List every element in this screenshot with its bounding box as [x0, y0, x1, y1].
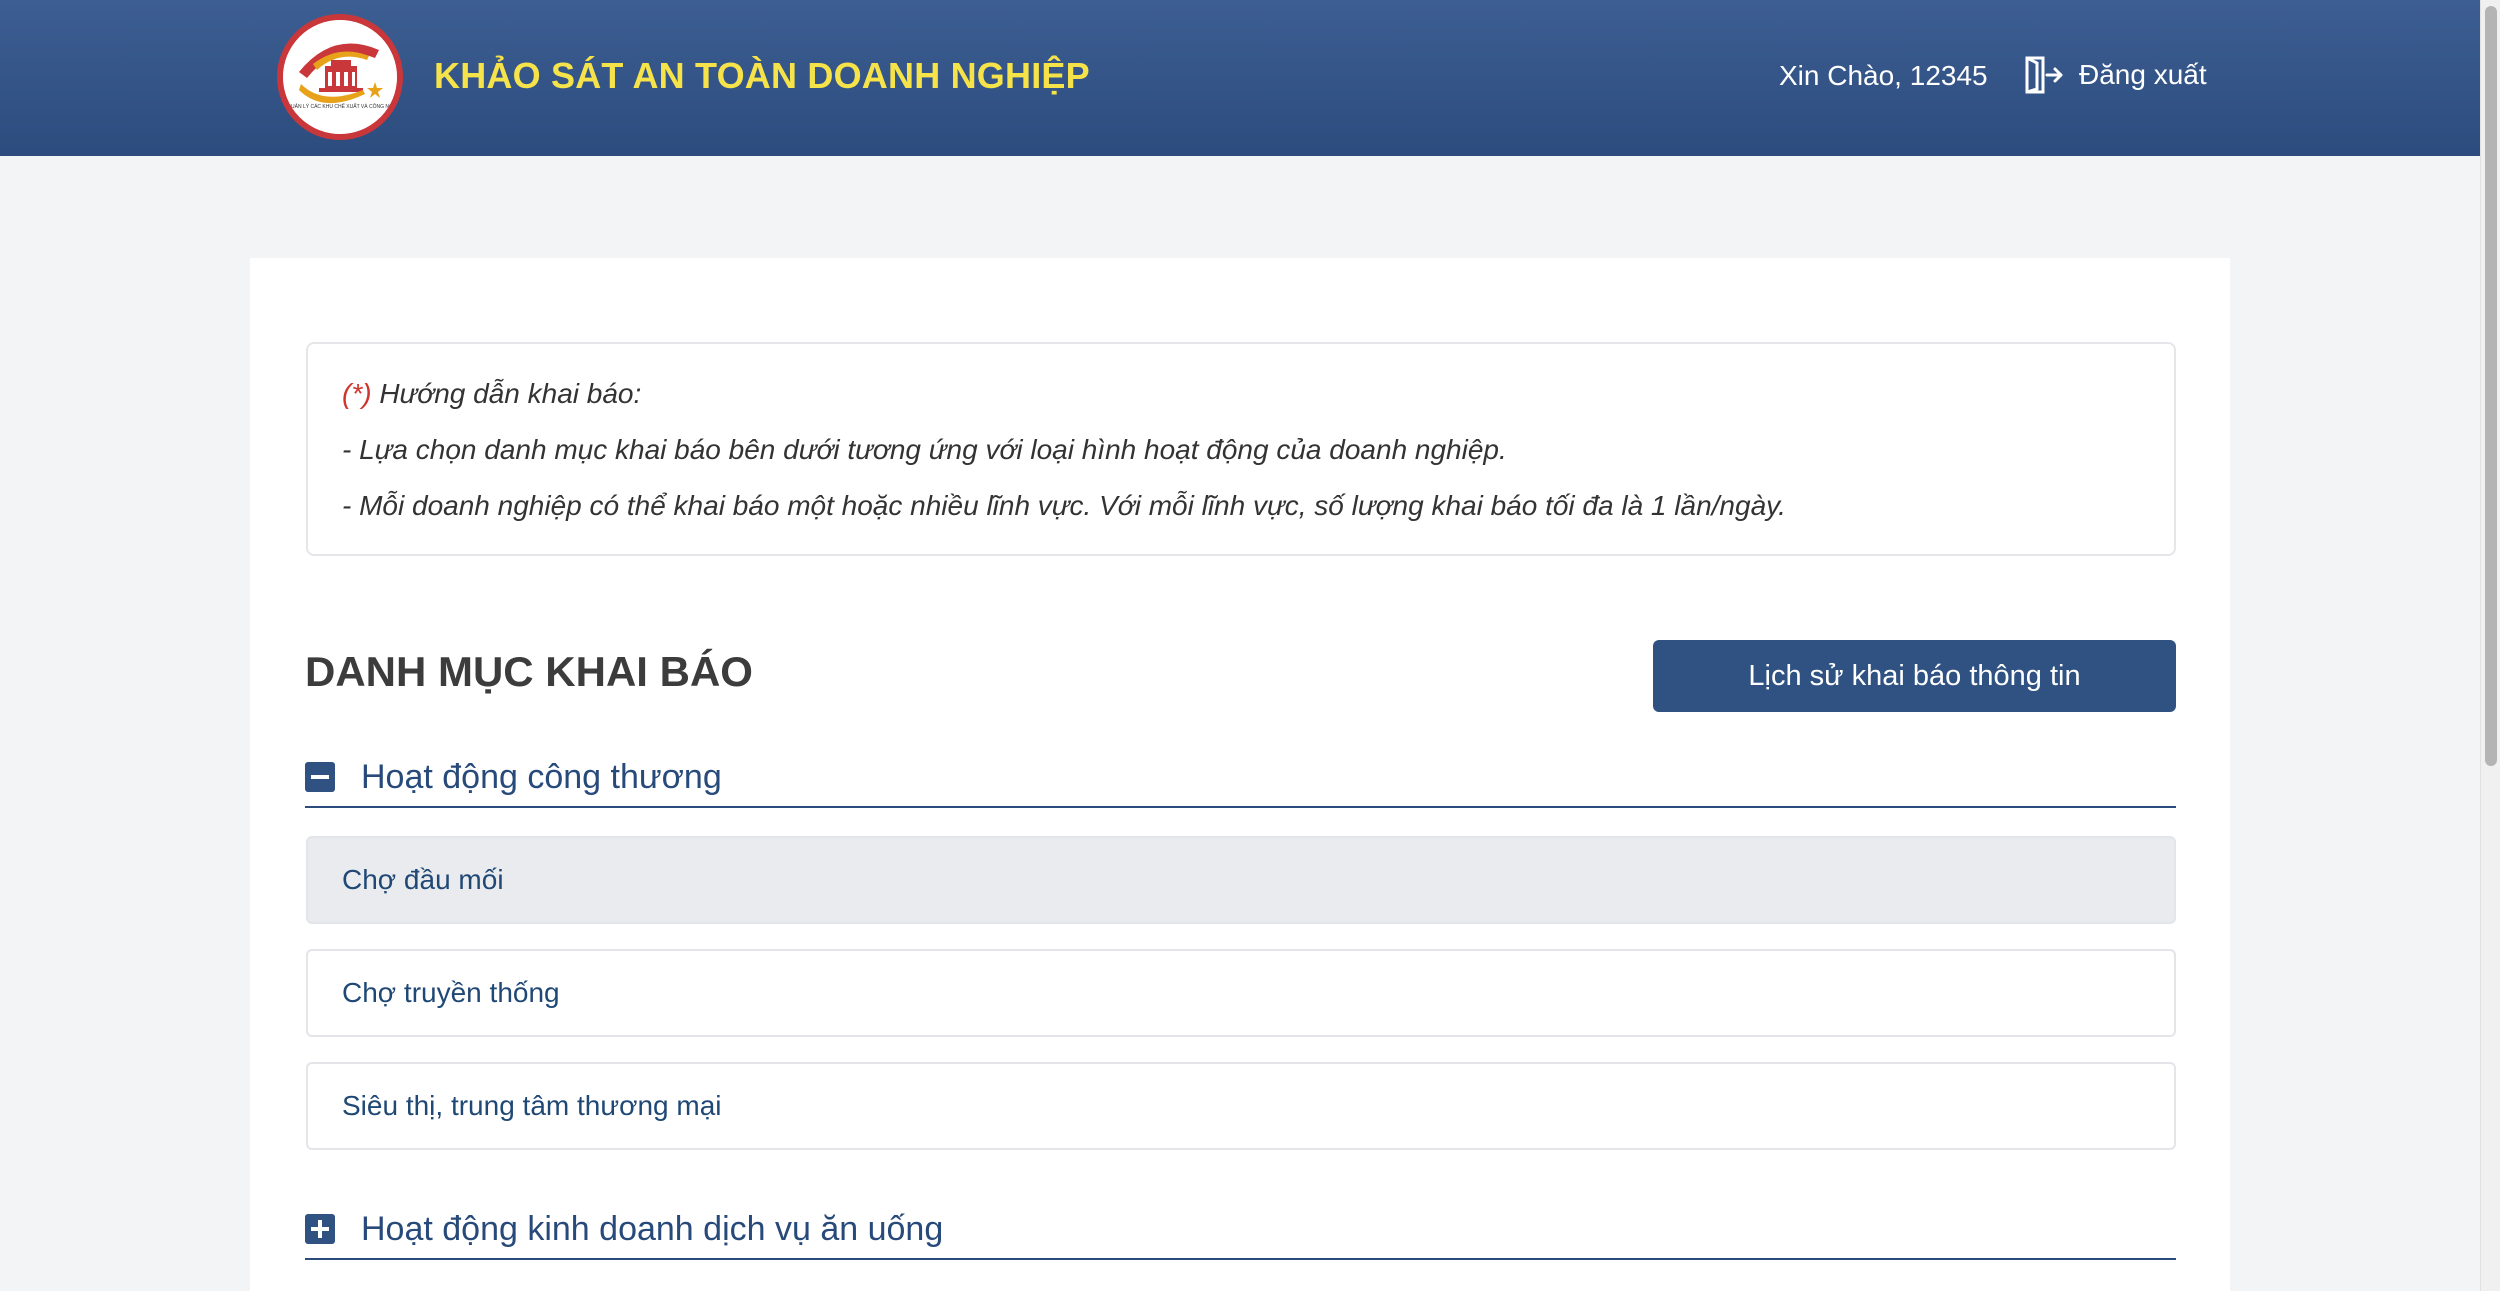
vertical-scrollbar[interactable] — [2480, 0, 2500, 1291]
logo[interactable]: BAN QUẢN LÝ CÁC KHU CHẾ XUẤT VÀ CÔNG NGH… — [277, 14, 403, 140]
group-label: Hoạt động công thương — [361, 758, 722, 796]
logout-label: Đăng xuất — [2079, 59, 2207, 90]
group-header-food-service[interactable]: Hoạt động kinh doanh dịch vụ ăn uống — [305, 1206, 2176, 1260]
minus-square-icon[interactable] — [305, 762, 335, 792]
list-item-traditional-market[interactable]: Chợ truyền thống — [306, 949, 2176, 1037]
logo-text: BAN QUẢN LÝ CÁC KHU CHẾ XUẤT VÀ CÔNG NGH… — [283, 102, 397, 110]
group-label: Hoạt động kinh doanh dịch vụ ăn uống — [361, 1210, 944, 1248]
scrollbar-thumb[interactable] — [2485, 6, 2497, 766]
guide-box: (*) Hướng dẫn khai báo: - Lựa chọn danh … — [306, 342, 2176, 556]
list-item-supermarket[interactable]: Siêu thị, trung tâm thương mại — [306, 1062, 2176, 1150]
section-title: DANH MỤC KHAI BÁO — [305, 648, 753, 695]
declaration-history-button[interactable]: Lịch sử khai báo thông tin — [1653, 640, 2176, 712]
logout-button[interactable]: Đăng xuất — [2023, 52, 2207, 98]
main-card: (*) Hướng dẫn khai báo: - Lựa chọn danh … — [250, 258, 2230, 1291]
app-title: KHẢO SÁT AN TOÀN DOANH NGHIỆP — [434, 55, 1090, 96]
logo-emblem-icon: BAN QUẢN LÝ CÁC KHU CHẾ XUẤT VÀ CÔNG NGH… — [283, 20, 397, 134]
list-item-wholesale-market[interactable]: Chợ đầu mối — [306, 836, 2176, 924]
guide-heading-line: (*) Hướng dẫn khai báo: — [342, 376, 2140, 432]
guide-line-2: - Mỗi doanh nghiệp có thể khai báo một h… — [342, 490, 1786, 521]
plus-square-icon[interactable] — [305, 1214, 335, 1244]
guide-line-1: - Lựa chọn danh mục khai báo bên dưới tư… — [342, 434, 1507, 465]
greeting-text: Xin Chào, 12345 — [1779, 60, 1988, 91]
top-header: BAN QUẢN LÝ CÁC KHU CHẾ XUẤT VÀ CÔNG NGH… — [0, 0, 2480, 156]
logout-icon — [2025, 56, 2063, 94]
group-header-commerce[interactable]: Hoạt động công thương — [305, 754, 2176, 808]
guide-heading: Hướng dẫn khai báo: — [371, 378, 642, 409]
required-mark: (*) — [342, 378, 372, 409]
